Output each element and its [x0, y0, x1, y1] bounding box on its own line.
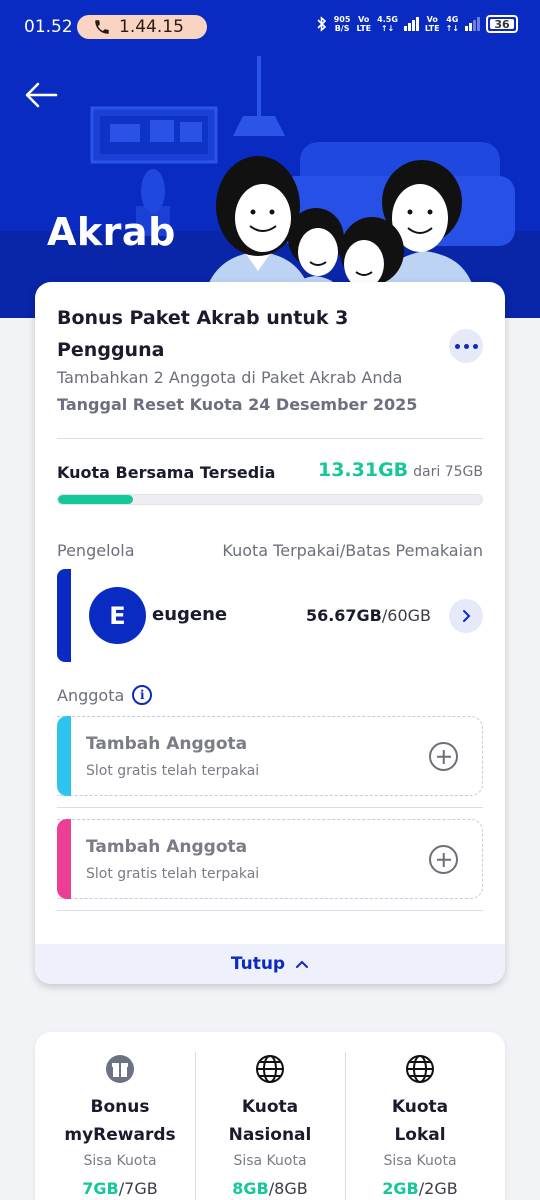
- manager-usage: 56.67GB/60GB: [306, 606, 431, 625]
- shared-quota-total: dari 75GB: [413, 464, 483, 480]
- benefit-title-line2: Nasional: [228, 1125, 312, 1145]
- usage-column-header: Kuota Terpakai/Batas Pemakaian: [222, 541, 483, 560]
- remaining-label: Sisa Kuota: [83, 1153, 157, 1169]
- remaining-value: 7GB: [82, 1179, 119, 1198]
- network-type-1: 4.5G: [377, 15, 398, 24]
- info-icon[interactable]: i: [132, 685, 153, 705]
- benefit-kuota-nasional[interactable]: Kuota Nasional Sisa Kuota 8GB/8GB: [195, 1032, 345, 1200]
- status-icons: 905 B/S Vo LTE 4.5G ↑↓ Vo LTE 4G ↑↓ 36: [316, 15, 518, 33]
- remaining-value: 2GB: [382, 1179, 419, 1198]
- signal-icon: [403, 17, 419, 31]
- globe-icon: [406, 1055, 434, 1083]
- divider: [57, 807, 483, 808]
- total-value: /7GB: [118, 1179, 158, 1198]
- package-title: Bonus Paket Akrab untuk 3 Pengguna: [57, 307, 349, 361]
- total-value: /8GB: [268, 1179, 308, 1198]
- quota-reset-date: Tanggal Reset Kuota 24 Desember 2025: [57, 395, 418, 414]
- manager-name: eugene: [152, 604, 228, 625]
- benefit-title-line2: myRewards: [64, 1125, 176, 1145]
- akrab-package-card: Bonus Paket Akrab untuk 3 Pengguna Tamba…: [35, 282, 505, 984]
- manager-section-label: Pengelola: [57, 541, 135, 560]
- manager-accent-stripe: [57, 569, 71, 662]
- plus-circle-icon[interactable]: [429, 845, 458, 874]
- add-member-subtitle: Slot gratis telah terpakai: [86, 866, 260, 882]
- collapse-label: Tutup: [230, 954, 286, 974]
- volte1-top: Vo: [358, 15, 370, 24]
- volte2-top: Vo: [426, 15, 438, 24]
- benefit-title-line2: Lokal: [394, 1125, 446, 1145]
- plus-circle-icon[interactable]: [429, 742, 458, 771]
- manager-limit: /60GB: [381, 606, 431, 625]
- divider: [57, 910, 483, 911]
- remaining-amount: 7GB/7GB: [45, 1179, 195, 1198]
- status-bar: 01.52 1.44.15 905 B/S Vo LTE 4.5G ↑↓ Vo LTE …: [0, 0, 540, 56]
- benefit-title-line1: Bonus: [90, 1097, 150, 1117]
- bluetooth-icon: [317, 16, 326, 32]
- globe-icon: [256, 1055, 284, 1083]
- more-options-button[interactable]: [449, 329, 483, 363]
- chevron-up-icon: [296, 960, 309, 968]
- benefit-bonus-myrewards[interactable]: Bonus myRewards Sisa Kuota 7GB/7GB: [45, 1032, 195, 1200]
- remaining-label: Sisa Kuota: [233, 1153, 307, 1169]
- signal-icon-2: [465, 17, 480, 31]
- shared-quota-value: 13.31GB dari 75GB: [318, 459, 483, 481]
- package-subtitle: Tambahkan 2 Anggota di Paket Akrab Anda: [57, 368, 403, 387]
- page-title: Akrab: [47, 210, 176, 254]
- divider: [57, 438, 483, 439]
- add-member-slot-2[interactable]: Tambah Anggota Slot gratis telah terpaka…: [57, 818, 483, 899]
- battery-level: 36: [494, 17, 510, 31]
- net-speed-unit: B/S: [334, 24, 350, 33]
- shared-quota-progress: [57, 494, 483, 505]
- slot-accent-stripe: [57, 715, 71, 796]
- network-type-2: 4G: [446, 15, 459, 24]
- family-illustration: [0, 56, 540, 318]
- battery-icon: 36: [486, 15, 518, 33]
- gift-icon: [106, 1055, 134, 1083]
- benefit-title-line1: Kuota: [391, 1097, 449, 1117]
- add-member-slot-1[interactable]: Tambah Anggota Slot gratis telah terpaka…: [57, 715, 483, 796]
- collapse-button[interactable]: Tutup: [35, 944, 505, 984]
- back-arrow-icon[interactable]: [24, 80, 58, 110]
- add-member-title: Tambah Anggota: [86, 837, 248, 857]
- manager-used: 56.67GB: [305, 606, 382, 625]
- remaining-value: 8GB: [232, 1179, 269, 1198]
- remaining-label: Sisa Kuota: [383, 1153, 457, 1169]
- benefit-title-line1: Kuota: [241, 1097, 299, 1117]
- members-section: Anggota i: [57, 685, 153, 705]
- avatar: E: [89, 587, 146, 644]
- add-member-subtitle: Slot gratis telah terpakai: [86, 763, 260, 779]
- members-section-label: Anggota: [57, 685, 125, 705]
- ongoing-call-chip[interactable]: 1.44.15: [77, 15, 207, 39]
- status-time: 01.52: [24, 17, 73, 37]
- volte2-bottom: LTE: [424, 24, 440, 33]
- shared-quota-label: Kuota Bersama Tersedia: [57, 463, 276, 482]
- manager-detail-button[interactable]: [449, 599, 483, 633]
- slot-accent-stripe: [57, 818, 71, 899]
- remaining-amount: 2GB/2GB: [345, 1179, 495, 1198]
- add-member-title: Tambah Anggota: [86, 734, 248, 754]
- net-speed-value: 905: [333, 15, 351, 24]
- call-timer: 1.44.15: [119, 17, 184, 37]
- benefits-card: Bonus myRewards Sisa Kuota 7GB/7GB Kuota N…: [35, 1032, 505, 1200]
- shared-quota-available: 13.31GB: [317, 459, 409, 481]
- more-horizontal-icon: [454, 343, 460, 349]
- volte1-bottom: LTE: [356, 24, 372, 33]
- chevron-right-icon: [463, 610, 471, 622]
- phone-icon: [95, 20, 109, 34]
- shared-quota-progress-fill: [58, 495, 134, 504]
- manager-row[interactable]: E eugene 56.67GB/60GB: [57, 569, 483, 662]
- remaining-amount: 8GB/8GB: [195, 1179, 345, 1198]
- total-value: /2GB: [418, 1179, 458, 1198]
- hero-banner: Akrab: [0, 56, 540, 318]
- benefit-kuota-lokal[interactable]: Kuota Lokal Sisa Kuota 2GB/2GB: [345, 1032, 495, 1200]
